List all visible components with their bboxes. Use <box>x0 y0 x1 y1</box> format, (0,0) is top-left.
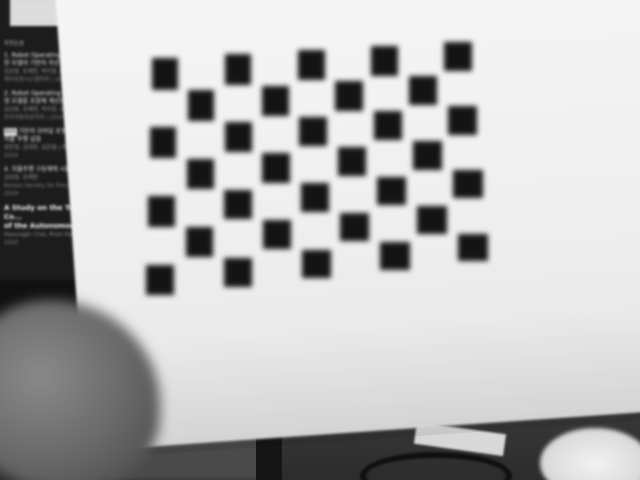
checker-square <box>187 90 215 122</box>
checker-square <box>224 121 252 153</box>
checker-square <box>448 106 478 135</box>
checker-square <box>370 46 399 76</box>
checker-square <box>185 227 214 257</box>
checker-square <box>186 158 214 190</box>
checker-square <box>297 50 325 81</box>
checker-square <box>380 242 410 270</box>
checker-square <box>417 205 447 234</box>
checker-square <box>224 54 252 85</box>
checker-square <box>150 127 177 159</box>
checker-square <box>299 116 327 147</box>
checker-square <box>148 196 176 227</box>
checker-square <box>146 265 174 296</box>
checker-square <box>224 257 253 287</box>
checker-square <box>262 220 292 250</box>
checker-square <box>339 212 369 242</box>
checker-square <box>458 234 489 262</box>
checker-square <box>409 76 438 106</box>
checker-square <box>453 170 483 198</box>
checker-square <box>376 176 406 206</box>
checker-square <box>262 152 290 183</box>
checker-square <box>224 189 252 220</box>
checker-square <box>300 183 329 213</box>
photo-scene: 추천논문 1. Robot Operating System 을 ... 한 모… <box>0 0 640 480</box>
checker-square <box>152 58 178 90</box>
checker-square <box>335 80 364 111</box>
checker-square <box>302 249 331 279</box>
checker-square <box>443 42 472 72</box>
checker-square <box>261 85 289 116</box>
checker-square <box>373 111 403 141</box>
checker-square <box>337 146 366 177</box>
checker-square <box>413 141 443 170</box>
